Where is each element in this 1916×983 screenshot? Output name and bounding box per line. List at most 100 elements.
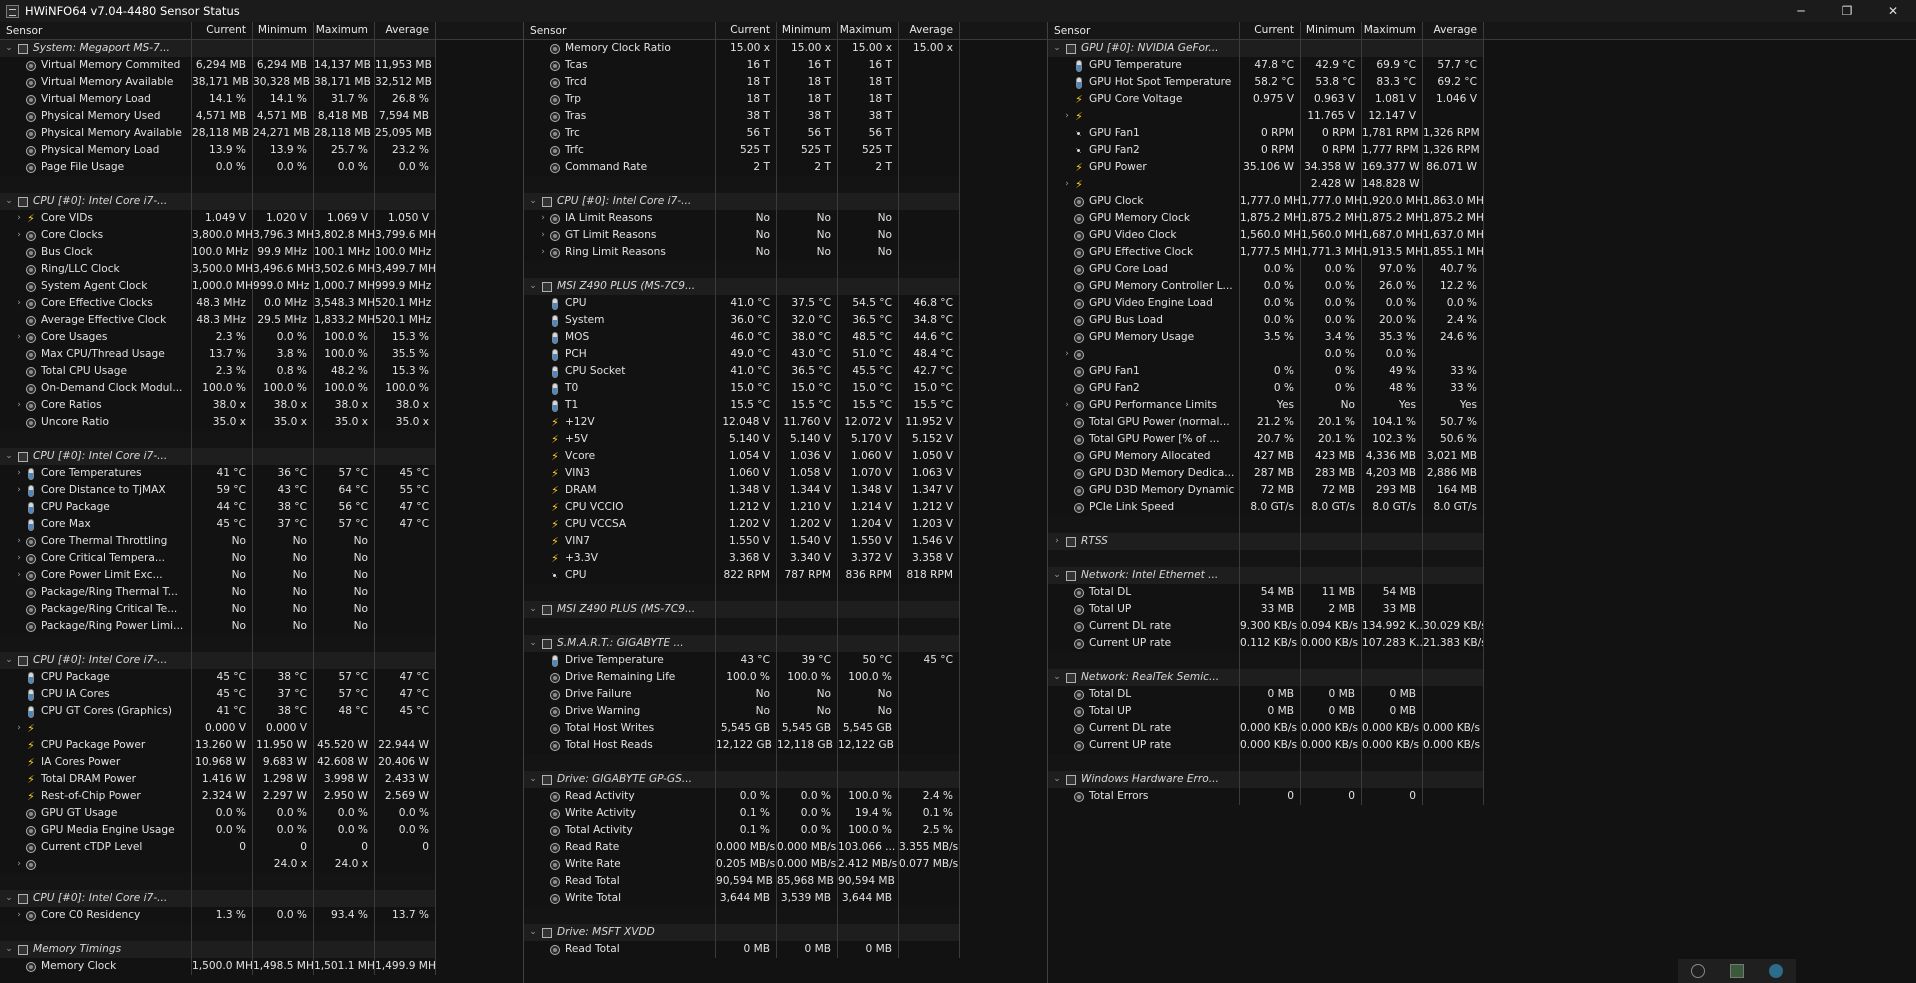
collapse-arrow-icon[interactable]: ⌄ [528, 924, 538, 941]
close-button[interactable]: ✕ [1870, 0, 1916, 22]
sensor-row[interactable]: Total GPU Power [% of ... 20.7 % 20.1 % 102… [1048, 431, 1916, 448]
expand-arrow-icon[interactable]: › [1062, 346, 1072, 363]
sensor-row[interactable]: On-Demand Clock Modul... 100.0 % 100.0 % 10… [0, 380, 523, 397]
sensor-row[interactable]: › Core Clocks 3,800.0 MHz 3,796.3 MHz 3,802.… [0, 227, 523, 244]
sensor-group-row[interactable]: ⌄ CPU [#0]: Intel Core i7-... [0, 448, 523, 465]
sensor-row[interactable]: Write Rate 0.205 MB/s 0.000 MB/s 2.412 MB/s… [524, 856, 1047, 873]
expand-arrow-icon[interactable]: › [14, 482, 24, 499]
sensor-row[interactable]: ⚡ Total DRAM Power 1.416 W 1.298 W 3.998 W 2.… [0, 771, 523, 788]
header-minimum[interactable]: Minimum [777, 22, 838, 39]
clock-icon[interactable] [1769, 964, 1784, 978]
sensor-row[interactable]: CPU Package 45 °C 38 °C 57 °C 47 °C [0, 669, 523, 686]
sensor-row[interactable]: Current DL rate 0.000 KB/s 0.000 KB/s 0.000… [1048, 720, 1916, 737]
sensor-row[interactable]: › ⚡ 2.428 W 148.828 W [1048, 176, 1916, 193]
sensor-row[interactable]: System Agent Clock 1,000.0 MHz 999.0 MHz 1,… [0, 278, 523, 295]
collapse-arrow-icon[interactable]: ⌄ [4, 890, 14, 907]
header-average[interactable]: Average [1423, 22, 1484, 39]
sensor-row[interactable]: GPU Media Engine Usage 0.0 % 0.0 % 0.0 % 0.0… [0, 822, 523, 839]
expand-arrow-icon[interactable]: › [14, 465, 24, 482]
sensor-row[interactable]: GPU Fan1 0 % 0 % 49 % 33 % [1048, 363, 1916, 380]
sensor-row[interactable]: ⚡ IA Cores Power 10.968 W 9.683 W 42.608 W 20… [0, 754, 523, 771]
sensor-row[interactable]: ⚡ Rest-of-Chip Power 2.324 W 2.297 W 2.950 W… [0, 788, 523, 805]
sensor-row[interactable]: Physical Memory Load 13.9 % 13.9 % 25.7 % 23… [0, 142, 523, 159]
sensor-group-row[interactable]: ⌄ MSI Z490 PLUS (MS-7C9... [524, 278, 1047, 295]
sensor-row[interactable]: System 36.0 °C 32.0 °C 36.5 °C 34.8 °C [524, 312, 1047, 329]
sensor-row[interactable]: Total UP 33 MB 2 MB 33 MB [1048, 601, 1916, 618]
sensor-row[interactable]: GPU D3D Memory Dynamic 72 MB 72 MB 293 MB 16… [1048, 482, 1916, 499]
header-sensor[interactable]: Sensor [1048, 22, 1240, 39]
sensor-row[interactable]: Virtual Memory Load 14.1 % 14.1 % 31.7 % 26.… [0, 91, 523, 108]
sensor-row[interactable]: › GPU Performance Limits Yes No Yes Yes [1048, 397, 1916, 414]
collapse-arrow-icon[interactable]: ⌄ [528, 193, 538, 210]
header-average[interactable]: Average [899, 22, 960, 39]
sensor-row[interactable]: GPU Effective Clock 1,777.5 MHz 1,771.3 MH… [1048, 244, 1916, 261]
expand-arrow-icon[interactable]: › [14, 329, 24, 346]
sensor-row[interactable]: Trfc 525 T 525 T 525 T [524, 142, 1047, 159]
expand-arrow-icon[interactable]: › [14, 567, 24, 584]
sensor-row[interactable]: Virtual Memory Commited 6,294 MB 6,294 MB 1… [0, 57, 523, 74]
expand-arrow-icon[interactable]: › [1052, 533, 1062, 550]
header-current[interactable]: Current [1240, 22, 1301, 39]
sensor-row[interactable]: GPU Hot Spot Temperature 58.2 °C 53.8 °C 83… [1048, 74, 1916, 91]
sensor-row[interactable]: › 0.0 % 0.0 % [1048, 346, 1916, 363]
sensor-row[interactable]: CPU GT Cores (Graphics) 41 °C 38 °C 48 °C 45… [0, 703, 523, 720]
sensor-row[interactable]: › Core Ratios 38.0 x 38.0 x 38.0 x 38.0 x [0, 397, 523, 414]
sensor-row[interactable]: › Core Effective Clocks 48.3 MHz 0.0 MHz 3,5… [0, 295, 523, 312]
sensor-row[interactable]: Current UP rate 0.000 KB/s 0.000 KB/s 0.000… [1048, 737, 1916, 754]
sensor-row[interactable]: Read Activity 0.0 % 0.0 % 100.0 % 2.4 % [524, 788, 1047, 805]
sensor-row[interactable]: CPU 822 RPM 787 RPM 836 RPM 818 RPM [524, 567, 1047, 584]
collapse-arrow-icon[interactable]: ⌄ [4, 652, 14, 669]
sensor-row[interactable]: Total GPU Power (normal... 21.2 % 20.1 % 10… [1048, 414, 1916, 431]
sensor-group-row[interactable]: ⌄ GPU [#0]: NVIDIA GeFor... [1048, 40, 1916, 57]
header-current[interactable]: Current [716, 22, 777, 39]
sensor-group-row[interactable]: ⌄ CPU [#0]: Intel Core i7-... [524, 193, 1047, 210]
sensor-row[interactable]: › 24.0 x 24.0 x [0, 856, 523, 873]
expand-arrow-icon[interactable]: › [14, 533, 24, 550]
sensor-row[interactable]: Current DL rate 9.300 KB/s 0.094 KB/s 134.9… [1048, 618, 1916, 635]
sensor-group-row[interactable]: ⌄ System: Megaport MS-7... [0, 40, 523, 57]
collapse-arrow-icon[interactable]: ⌄ [1052, 771, 1062, 788]
sensor-row[interactable]: Virtual Memory Available 38,171 MB 30,328 … [0, 74, 523, 91]
sensor-row[interactable]: MOS 46.0 °C 38.0 °C 48.5 °C 44.6 °C [524, 329, 1047, 346]
collapse-arrow-icon[interactable]: ⌄ [4, 941, 14, 958]
sensor-row[interactable]: Trp 18 T 18 T 18 T [524, 91, 1047, 108]
sensor-row[interactable]: ⚡ CPU VCCSA 1.202 V 1.202 V 1.204 V 1.203 V [524, 516, 1047, 533]
sensor-group-row[interactable]: ⌄ MSI Z490 PLUS (MS-7C9... [524, 601, 1047, 618]
sensor-row[interactable]: Physical Memory Used 4,571 MB 4,571 MB 8,41… [0, 108, 523, 125]
sensor-group-row[interactable]: ⌄ CPU [#0]: Intel Core i7-... [0, 890, 523, 907]
sensor-row[interactable]: Bus Clock 100.0 MHz 99.9 MHz 100.1 MHz 100.0… [0, 244, 523, 261]
sensor-row[interactable]: GPU Memory Usage 3.5 % 3.4 % 35.3 % 24.6 % [1048, 329, 1916, 346]
collapse-arrow-icon[interactable]: ⌄ [528, 278, 538, 295]
expand-arrow-icon[interactable]: › [1062, 108, 1072, 125]
sensor-row[interactable]: GPU GT Usage 0.0 % 0.0 % 0.0 % 0.0 % [0, 805, 523, 822]
collapse-arrow-icon[interactable]: ⌄ [1052, 40, 1062, 57]
sensor-row[interactable]: GPU Bus Load 0.0 % 0.0 % 20.0 % 2.4 % [1048, 312, 1916, 329]
expand-arrow-icon[interactable]: › [14, 550, 24, 567]
sensor-row[interactable]: Drive Warning No No No [524, 703, 1047, 720]
expand-arrow-icon[interactable]: › [14, 907, 24, 924]
sensor-row[interactable]: Current cTDP Level 0 0 0 0 [0, 839, 523, 856]
sensor-row[interactable]: ⚡ Vcore 1.054 V 1.036 V 1.060 V 1.050 V [524, 448, 1047, 465]
sensor-row[interactable]: Trcd 18 T 18 T 18 T [524, 74, 1047, 91]
sensor-row[interactable]: ⚡ CPU Package Power 13.260 W 11.950 W 45.520… [0, 737, 523, 754]
expand-arrow-icon[interactable]: › [538, 227, 548, 244]
sensor-row[interactable]: Read Total 0 MB 0 MB 0 MB [524, 941, 1047, 958]
sensor-row[interactable]: ⚡ GPU Core Voltage 0.975 V 0.963 V 1.081 V 1.… [1048, 91, 1916, 108]
sensor-row[interactable]: ⚡ GPU Power 35.106 W 34.358 W 169.377 W 86.07… [1048, 159, 1916, 176]
sensor-row[interactable]: › GT Limit Reasons No No No [524, 227, 1047, 244]
sensor-row[interactable]: GPU Temperature 47.8 °C 42.9 °C 69.9 °C 57.7… [1048, 57, 1916, 74]
sensor-row[interactable]: PCIe Link Speed 8.0 GT/s 8.0 GT/s 8.0 GT/s 8… [1048, 499, 1916, 516]
sensor-row[interactable]: GPU Memory Clock 1,875.2 MHz 1,875.2 MHz 1,… [1048, 210, 1916, 227]
sensor-row[interactable]: Package/Ring Thermal T... No No No [0, 584, 523, 601]
sensor-row[interactable]: › ⚡ 11.765 V 12.147 V [1048, 108, 1916, 125]
sensor-row[interactable]: Total Host Writes 5,545 GB 5,545 GB 5,545 G… [524, 720, 1047, 737]
sensor-row[interactable]: GPU Fan2 0 % 0 % 48 % 33 % [1048, 380, 1916, 397]
sensor-row[interactable]: Command Rate 2 T2 T2 T [524, 159, 1047, 176]
sensor-group-row[interactable]: ⌄ Network: Intel Ethernet ... [1048, 567, 1916, 584]
sensor-row[interactable]: › IA Limit Reasons No No No [524, 210, 1047, 227]
sensor-row[interactable]: Total UP 0 MB 0 MB 0 MB [1048, 703, 1916, 720]
sensor-row[interactable]: › ⚡ Core VIDs 1.049 V 1.020 V 1.069 V 1.050 V [0, 210, 523, 227]
sensor-row[interactable]: › Core Temperatures 41 °C 36 °C 57 °C 45 °C [0, 465, 523, 482]
settings-icon[interactable] [1690, 964, 1705, 978]
header-minimum[interactable]: Minimum [253, 22, 314, 39]
